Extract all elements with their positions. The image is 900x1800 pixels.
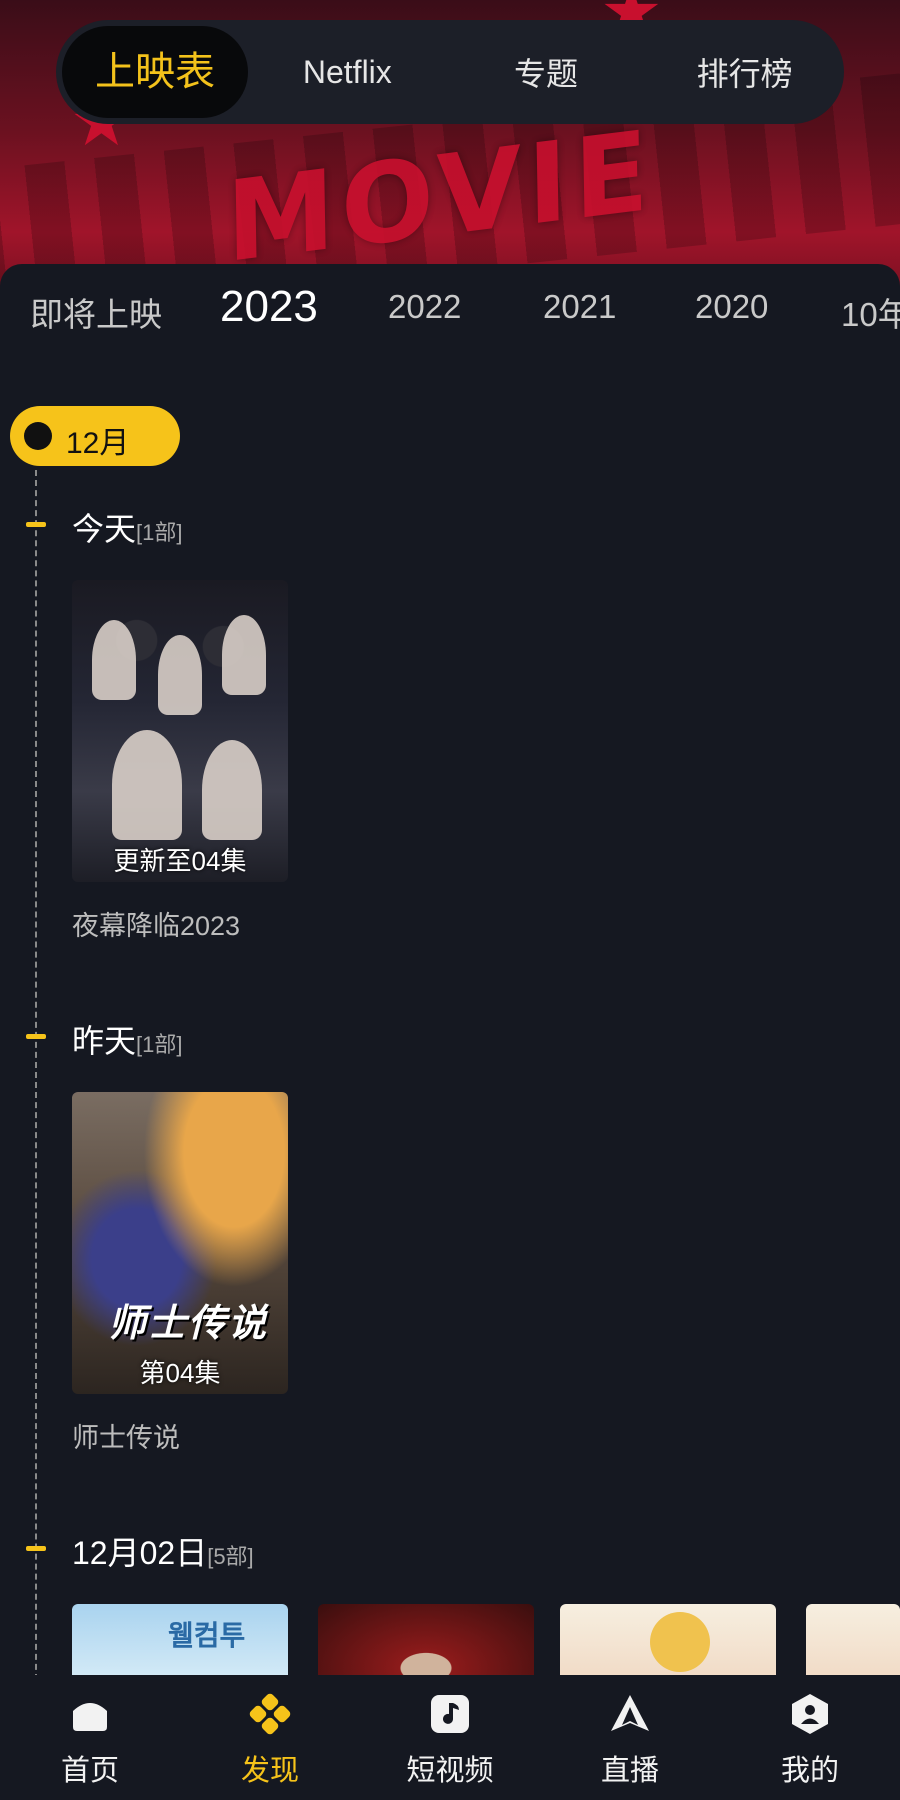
episode-badge: 第04集: [139, 1358, 221, 1388]
timeline-tick: [26, 1034, 46, 1039]
content-panel: 即将上映 2023 2022 2021 2020 10年 12月 今天[1部] …: [0, 264, 900, 1675]
tab-rankings[interactable]: 排行榜: [645, 49, 844, 95]
year-tab-upcoming[interactable]: 即将上映: [30, 288, 162, 336]
poster-title[interactable]: 师士传说: [72, 1416, 180, 1455]
poster-card[interactable]: [560, 1604, 776, 1675]
day-label: 昨天: [72, 1023, 137, 1059]
live-icon: [611, 1695, 649, 1731]
nav-profile[interactable]: 我的: [720, 1675, 900, 1800]
day-heading: 12月02日[5部]: [72, 1528, 254, 1574]
poster-figure: [202, 740, 262, 840]
tab-schedule[interactable]: 上映表: [62, 26, 248, 118]
poster-figure: [112, 730, 182, 840]
music-note-icon: [431, 1695, 469, 1733]
timeline-dot-icon: [24, 422, 52, 450]
day-heading: 昨天[1部]: [72, 1016, 182, 1062]
year-tab-2023[interactable]: 2023: [220, 282, 318, 332]
nav-short-video-label: 短视频: [406, 1755, 494, 1787]
nav-home-label: 首页: [60, 1755, 119, 1787]
nav-short-video[interactable]: 短视频: [360, 1675, 540, 1800]
discover-icon: [249, 1693, 291, 1735]
tab-topics[interactable]: 专题: [447, 49, 646, 95]
poster-art-text: 웰컴투: [168, 1619, 246, 1652]
episode-badge: 更新至04集: [113, 846, 247, 876]
month-pill: 12月: [10, 406, 180, 466]
nav-discover[interactable]: 发现: [180, 1675, 360, 1800]
day-label: 今天: [72, 511, 137, 547]
nav-live[interactable]: 直播: [540, 1675, 720, 1800]
top-tab-bar: 上映表 Netflix 专题 排行榜: [56, 20, 844, 124]
bottom-nav: 首页 发现 短视频 直播 我的: [0, 1675, 900, 1800]
year-tab-2021[interactable]: 2021: [543, 288, 616, 326]
profile-icon: [792, 1694, 828, 1734]
poster-card[interactable]: [806, 1604, 900, 1675]
poster-figure: [650, 1612, 710, 1672]
day-heading: 今天[1部]: [72, 504, 182, 550]
tab-netflix[interactable]: Netflix: [248, 54, 447, 91]
poster-card[interactable]: [318, 1604, 534, 1675]
nav-discover-label: 发现: [240, 1755, 299, 1787]
poster-card[interactable]: 웰컴투: [72, 1604, 288, 1675]
day-count: [5部]: [207, 1544, 254, 1569]
timeline-tick: [26, 522, 46, 527]
day-count: [1部]: [136, 1032, 183, 1057]
poster-card[interactable]: 师士传说 第04集: [72, 1092, 288, 1394]
year-tab-bar: 即将上映 2023 2022 2021 2020 10年: [0, 282, 900, 348]
poster-figure: [158, 635, 202, 715]
nav-profile-label: 我的: [780, 1755, 839, 1787]
year-tab-2020[interactable]: 2020: [695, 288, 768, 326]
year-tab-decade[interactable]: 10年: [841, 288, 900, 336]
poster-figure: [222, 615, 266, 695]
nav-home[interactable]: 首页: [0, 1675, 180, 1800]
poster-card[interactable]: 更新至04集: [72, 580, 288, 882]
poster-art-title: 师士传说: [108, 1301, 269, 1345]
poster-title[interactable]: 夜幕降临2023: [72, 904, 240, 943]
timeline-line: [35, 470, 37, 1675]
day-count: [1部]: [136, 520, 183, 545]
month-label: 12月: [66, 427, 130, 460]
nav-live-label: 直播: [600, 1755, 659, 1787]
timeline-tick: [26, 1546, 46, 1551]
day-label: 12月02日: [72, 1535, 208, 1571]
home-icon: [73, 1703, 107, 1731]
year-tab-2022[interactable]: 2022: [388, 288, 461, 326]
poster-figure: [92, 620, 136, 700]
